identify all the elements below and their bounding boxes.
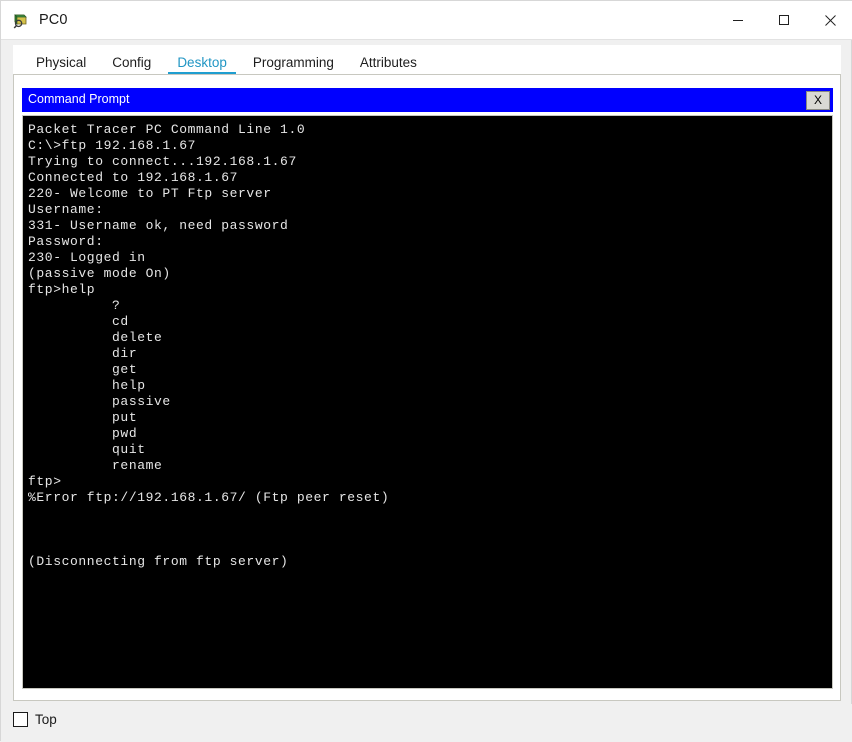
minimize-icon[interactable] <box>715 1 761 39</box>
packet-tracer-pc-icon <box>13 12 31 30</box>
top-checkbox[interactable] <box>13 712 28 727</box>
tab-desktop[interactable]: Desktop <box>164 55 240 76</box>
window-title-group: PC0 <box>13 1 68 40</box>
tab-list: Physical Config Desktop Programming Attr… <box>13 45 841 75</box>
footer-bar: Top <box>1 704 852 742</box>
terminal-output-area[interactable]: Packet Tracer PC Command Line 1.0 C:\>ft… <box>22 115 833 689</box>
tab-attributes[interactable]: Attributes <box>347 55 430 76</box>
top-checkbox-label: Top <box>35 711 57 727</box>
tabstrip: Physical Config Desktop Programming Attr… <box>13 45 841 75</box>
window-titlebar: PC0 <box>1 1 852 40</box>
top-checkbox-row: Top <box>13 712 57 727</box>
close-icon[interactable] <box>807 1 852 39</box>
command-prompt-window: Command Prompt X Packet Tracer PC Comman… <box>22 88 833 690</box>
window-controls <box>715 1 852 39</box>
terminal-text: Packet Tracer PC Command Line 1.0 C:\>ft… <box>28 122 390 569</box>
tab-physical[interactable]: Physical <box>23 55 99 76</box>
window-title: PC0 <box>39 12 68 29</box>
desktop-panel: Command Prompt X Packet Tracer PC Comman… <box>13 74 841 701</box>
maximize-icon[interactable] <box>761 1 807 39</box>
command-prompt-title: Command Prompt <box>28 92 130 106</box>
tab-config[interactable]: Config <box>99 55 164 76</box>
tab-programming[interactable]: Programming <box>240 55 347 76</box>
command-prompt-titlebar[interactable]: Command Prompt X <box>22 88 833 112</box>
pc0-window: PC0 Physical Config Desktop Programming … <box>0 0 852 742</box>
command-prompt-close-button[interactable]: X <box>806 91 830 110</box>
